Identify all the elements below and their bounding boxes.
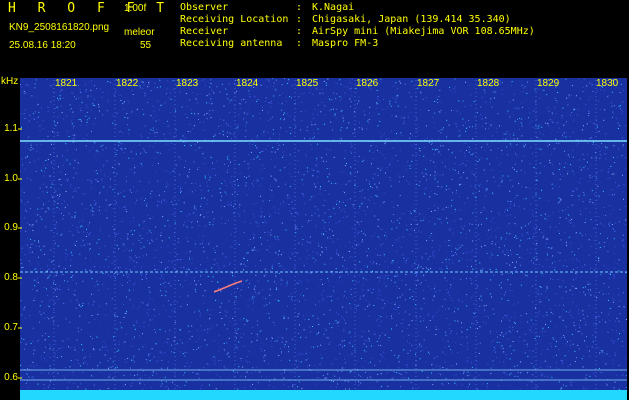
time-tick-label: 1826 [356, 78, 379, 89]
time-tick-label: 1823 [176, 78, 199, 89]
time-tick-label: 1829 [537, 78, 560, 89]
time-tick-label: 1825 [296, 78, 319, 89]
bottom-band [20, 390, 627, 400]
y-tick-label: 0.8 [4, 272, 18, 283]
time-tick-label: 1830 [596, 78, 619, 89]
y-tick-label: 0.9 [4, 222, 18, 233]
time-tick-label: 1827 [417, 78, 440, 89]
time-axis: 1821 1822 1823 1824 1825 1826 1827 1828 … [0, 78, 629, 92]
time-tick-label: 1828 [477, 78, 500, 89]
y-tick-label: 1.0 [4, 173, 18, 184]
y-tick-label: 1.1 [4, 123, 18, 134]
y-tick-label: 0.7 [4, 322, 18, 333]
spectrogram [18, 78, 627, 400]
time-tick-label: 1824 [236, 78, 259, 89]
y-tick-label: 0.6 [4, 372, 18, 383]
time-tick-label: 1821 [55, 78, 78, 89]
time-tick-label: 1822 [116, 78, 139, 89]
